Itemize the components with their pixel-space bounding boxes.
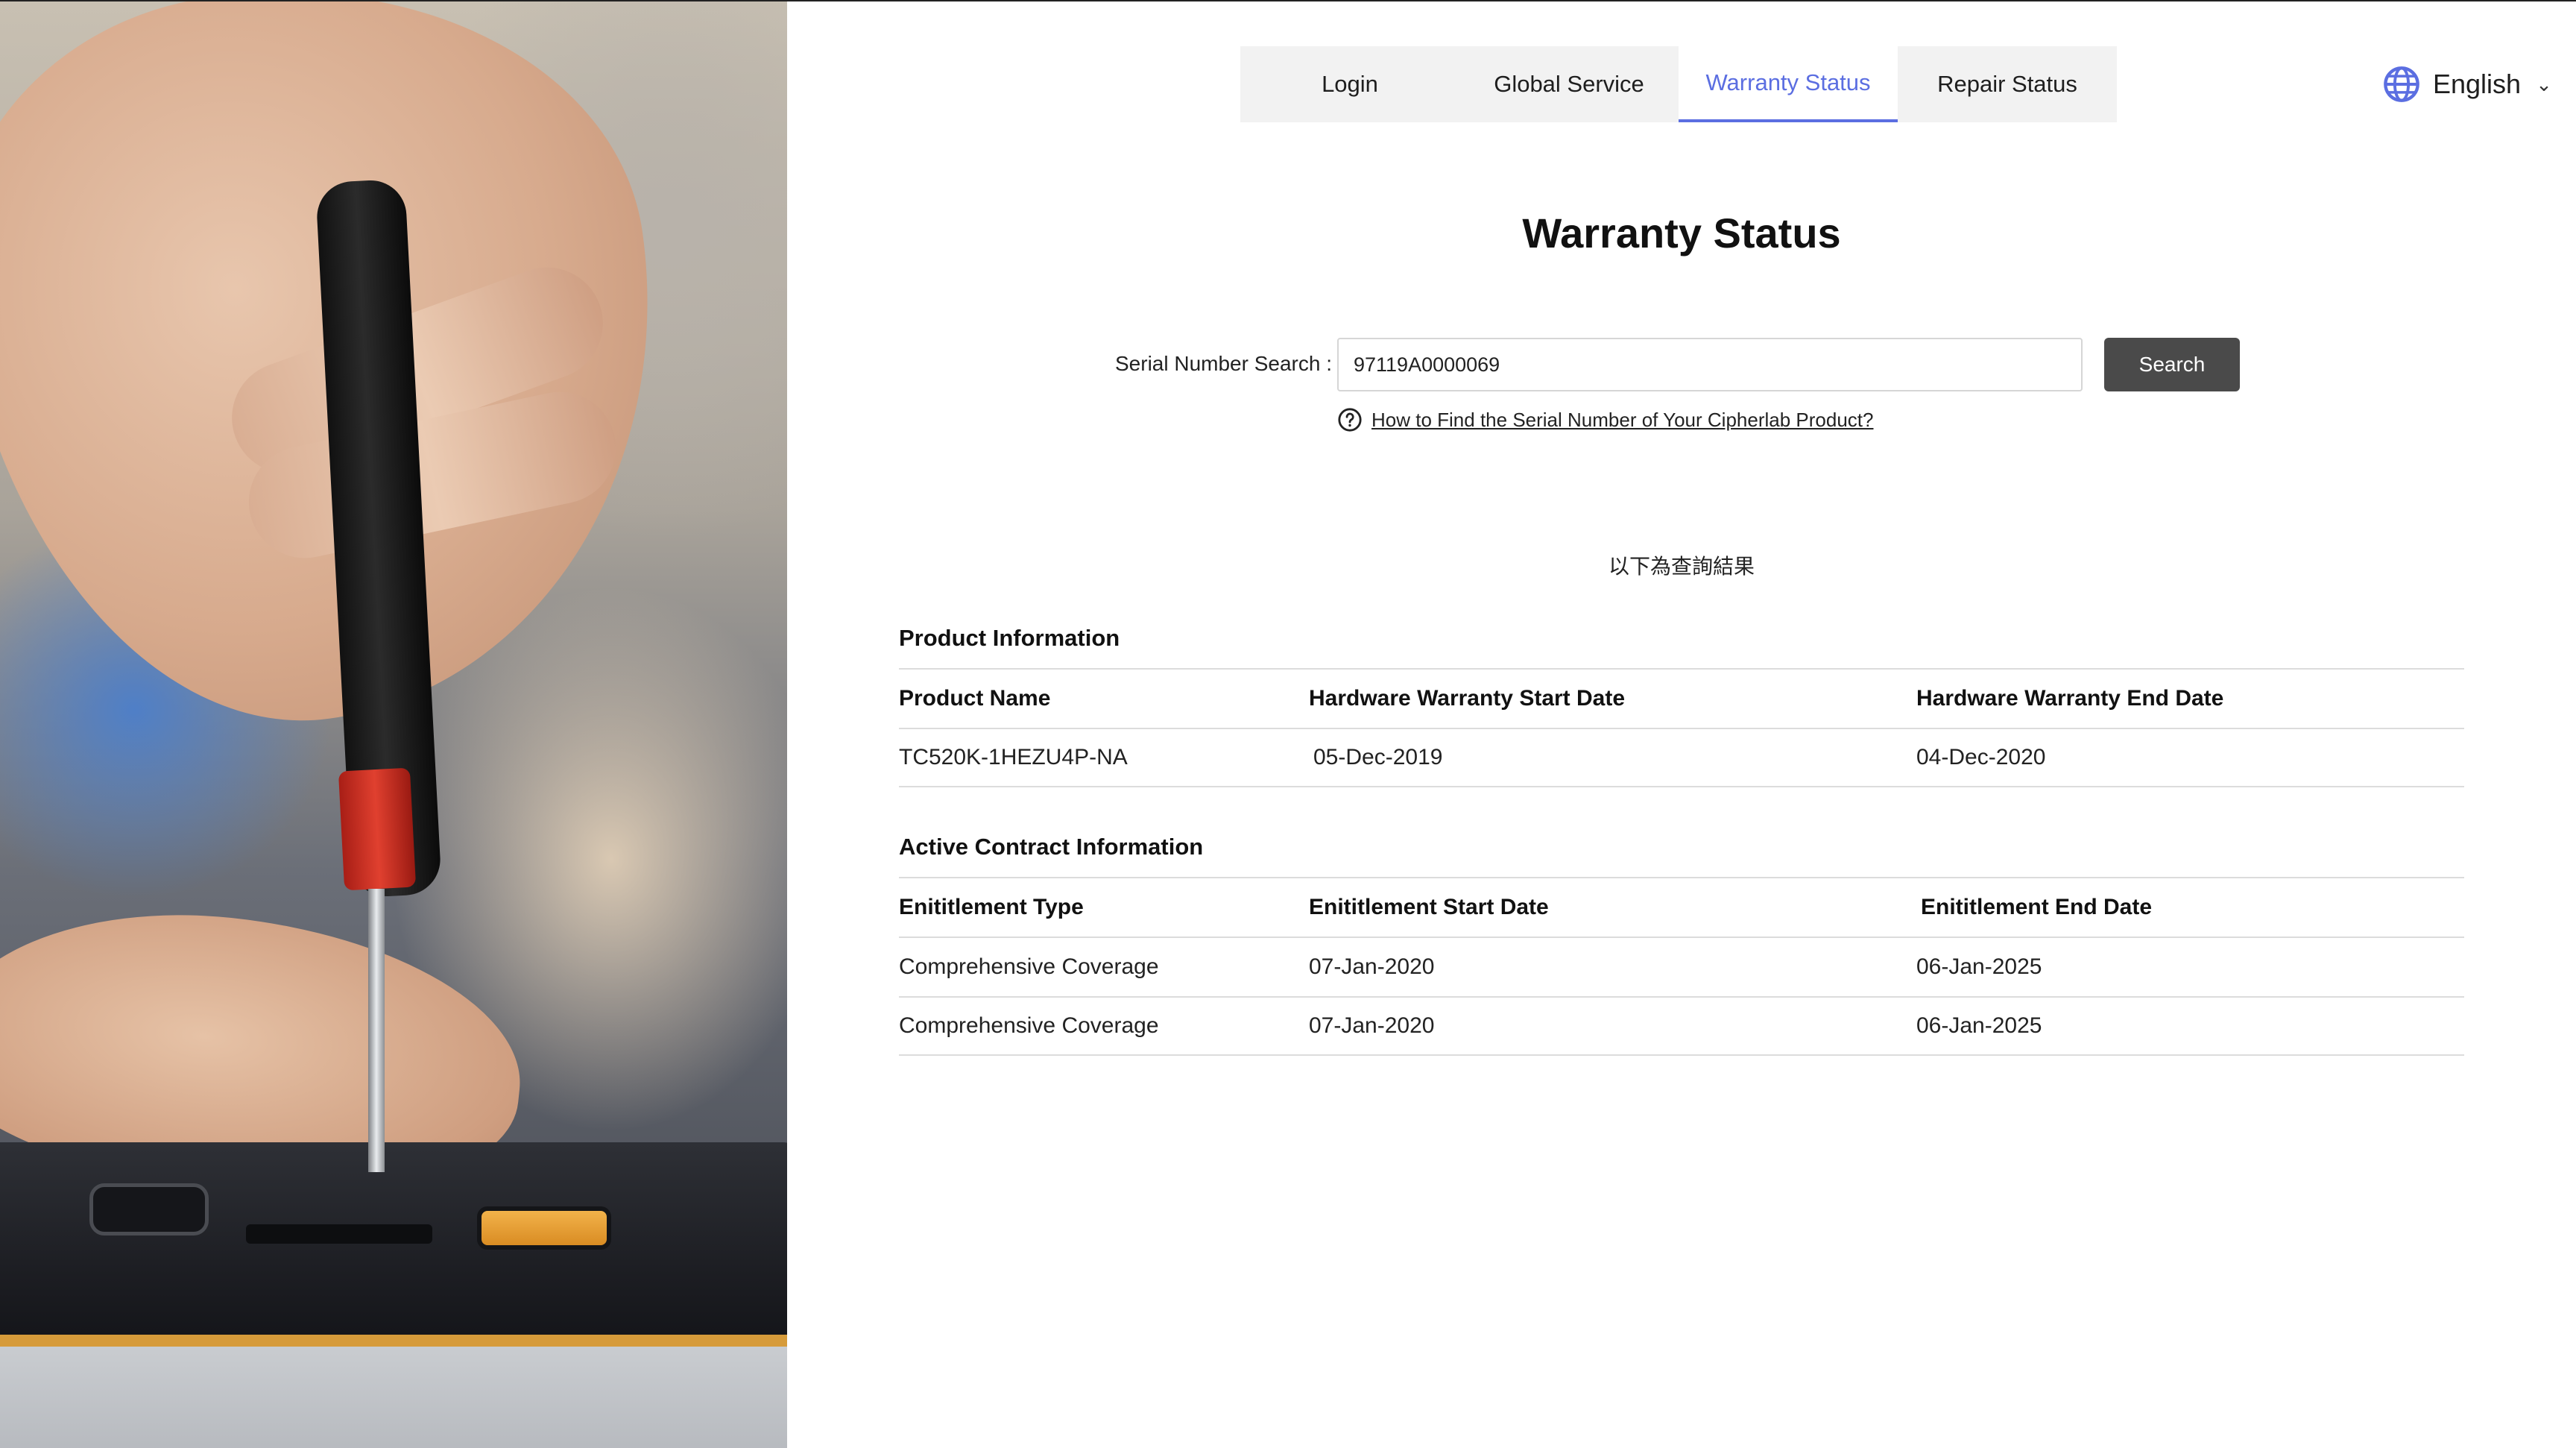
chevron-down-icon: ⌄: [2536, 72, 2552, 95]
product-info-title: Product Information: [899, 625, 1120, 651]
table-row: Comprehensive Coverage 07-Jan-2020 06-Ja…: [899, 937, 2464, 996]
language-selector[interactable]: English ⌄: [2382, 64, 2552, 104]
main-content: Login Global Service Warranty Status Rep…: [787, 1, 2576, 1448]
serial-search-label: Serial Number Search :: [1115, 352, 1333, 375]
table-cell: 07-Jan-2020: [1309, 954, 1435, 979]
table-cell: TC520K-1HEZU4P-NA: [899, 745, 1128, 769]
contract-info-table: Enititlement Type Enititlement Start Dat…: [899, 877, 2464, 1056]
column-header: Enititlement Start Date: [1309, 895, 1549, 919]
contract-info-title: Active Contract Information: [899, 834, 1204, 860]
table-header-row: Product Name Hardware Warranty Start Dat…: [899, 668, 2464, 728]
column-header: Hardware Warranty Start Date: [1309, 686, 1626, 711]
table-cell: 05-Dec-2019: [1313, 745, 1443, 769]
page-title: Warranty Status: [1522, 210, 1841, 256]
hero-photo: [0, 1, 787, 1448]
serial-help-link[interactable]: How to Find the Serial Number of Your Ci…: [1371, 409, 1873, 432]
help-circle-icon: [1338, 408, 1362, 432]
photo-device-switch: [89, 1183, 209, 1235]
table-cell: Comprehensive Coverage: [899, 954, 1159, 979]
photo-device-base: [0, 1347, 787, 1448]
photo-screwdriver-shaft: [368, 889, 385, 1172]
photo-device-stripe: [0, 1335, 787, 1347]
table-cell: 07-Jan-2020: [1309, 1013, 1435, 1038]
serial-search-input[interactable]: [1337, 338, 2083, 391]
tab-warranty-status[interactable]: Warranty Status: [1679, 46, 1898, 122]
table-cell: 06-Jan-2025: [1916, 1013, 2042, 1038]
tab-login[interactable]: Login: [1240, 46, 1459, 122]
photo-device-slot: [246, 1224, 432, 1244]
tab-global-service[interactable]: Global Service: [1459, 46, 1679, 122]
photo-device: [0, 1142, 787, 1366]
nav-tabs: Login Global Service Warranty Status Rep…: [1240, 46, 2117, 122]
serial-help: How to Find the Serial Number of Your Ci…: [1337, 407, 1873, 432]
table-header-row: Enititlement Type Enititlement Start Dat…: [899, 877, 2464, 937]
column-header: Enititlement Type: [899, 895, 1084, 919]
table-row: TC520K-1HEZU4P-NA 05-Dec-2019 04-Dec-202…: [899, 728, 2464, 787]
language-label: English: [2433, 69, 2522, 99]
table-row: Comprehensive Coverage 07-Jan-2020 06-Ja…: [899, 996, 2464, 1056]
column-header: Enititlement End Date: [1921, 895, 2153, 919]
table-cell: 04-Dec-2020: [1916, 745, 2046, 769]
product-info-table: Product Name Hardware Warranty Start Dat…: [899, 668, 2464, 787]
photo-screwdriver-grip: [338, 767, 417, 891]
table-cell: 06-Jan-2025: [1916, 954, 2042, 979]
page: Login Global Service Warranty Status Rep…: [0, 0, 2576, 1448]
column-header: Hardware Warranty End Date: [1916, 686, 2224, 711]
table-cell: Comprehensive Coverage: [899, 1013, 1159, 1038]
search-button[interactable]: Search: [2104, 338, 2240, 391]
globe-icon: [2384, 66, 2419, 102]
result-message: 以下為查詢結果: [1608, 555, 1755, 578]
tab-repair-status[interactable]: Repair Status: [1898, 46, 2117, 122]
column-header: Product Name: [899, 686, 1051, 711]
photo-device-button: [477, 1206, 611, 1250]
